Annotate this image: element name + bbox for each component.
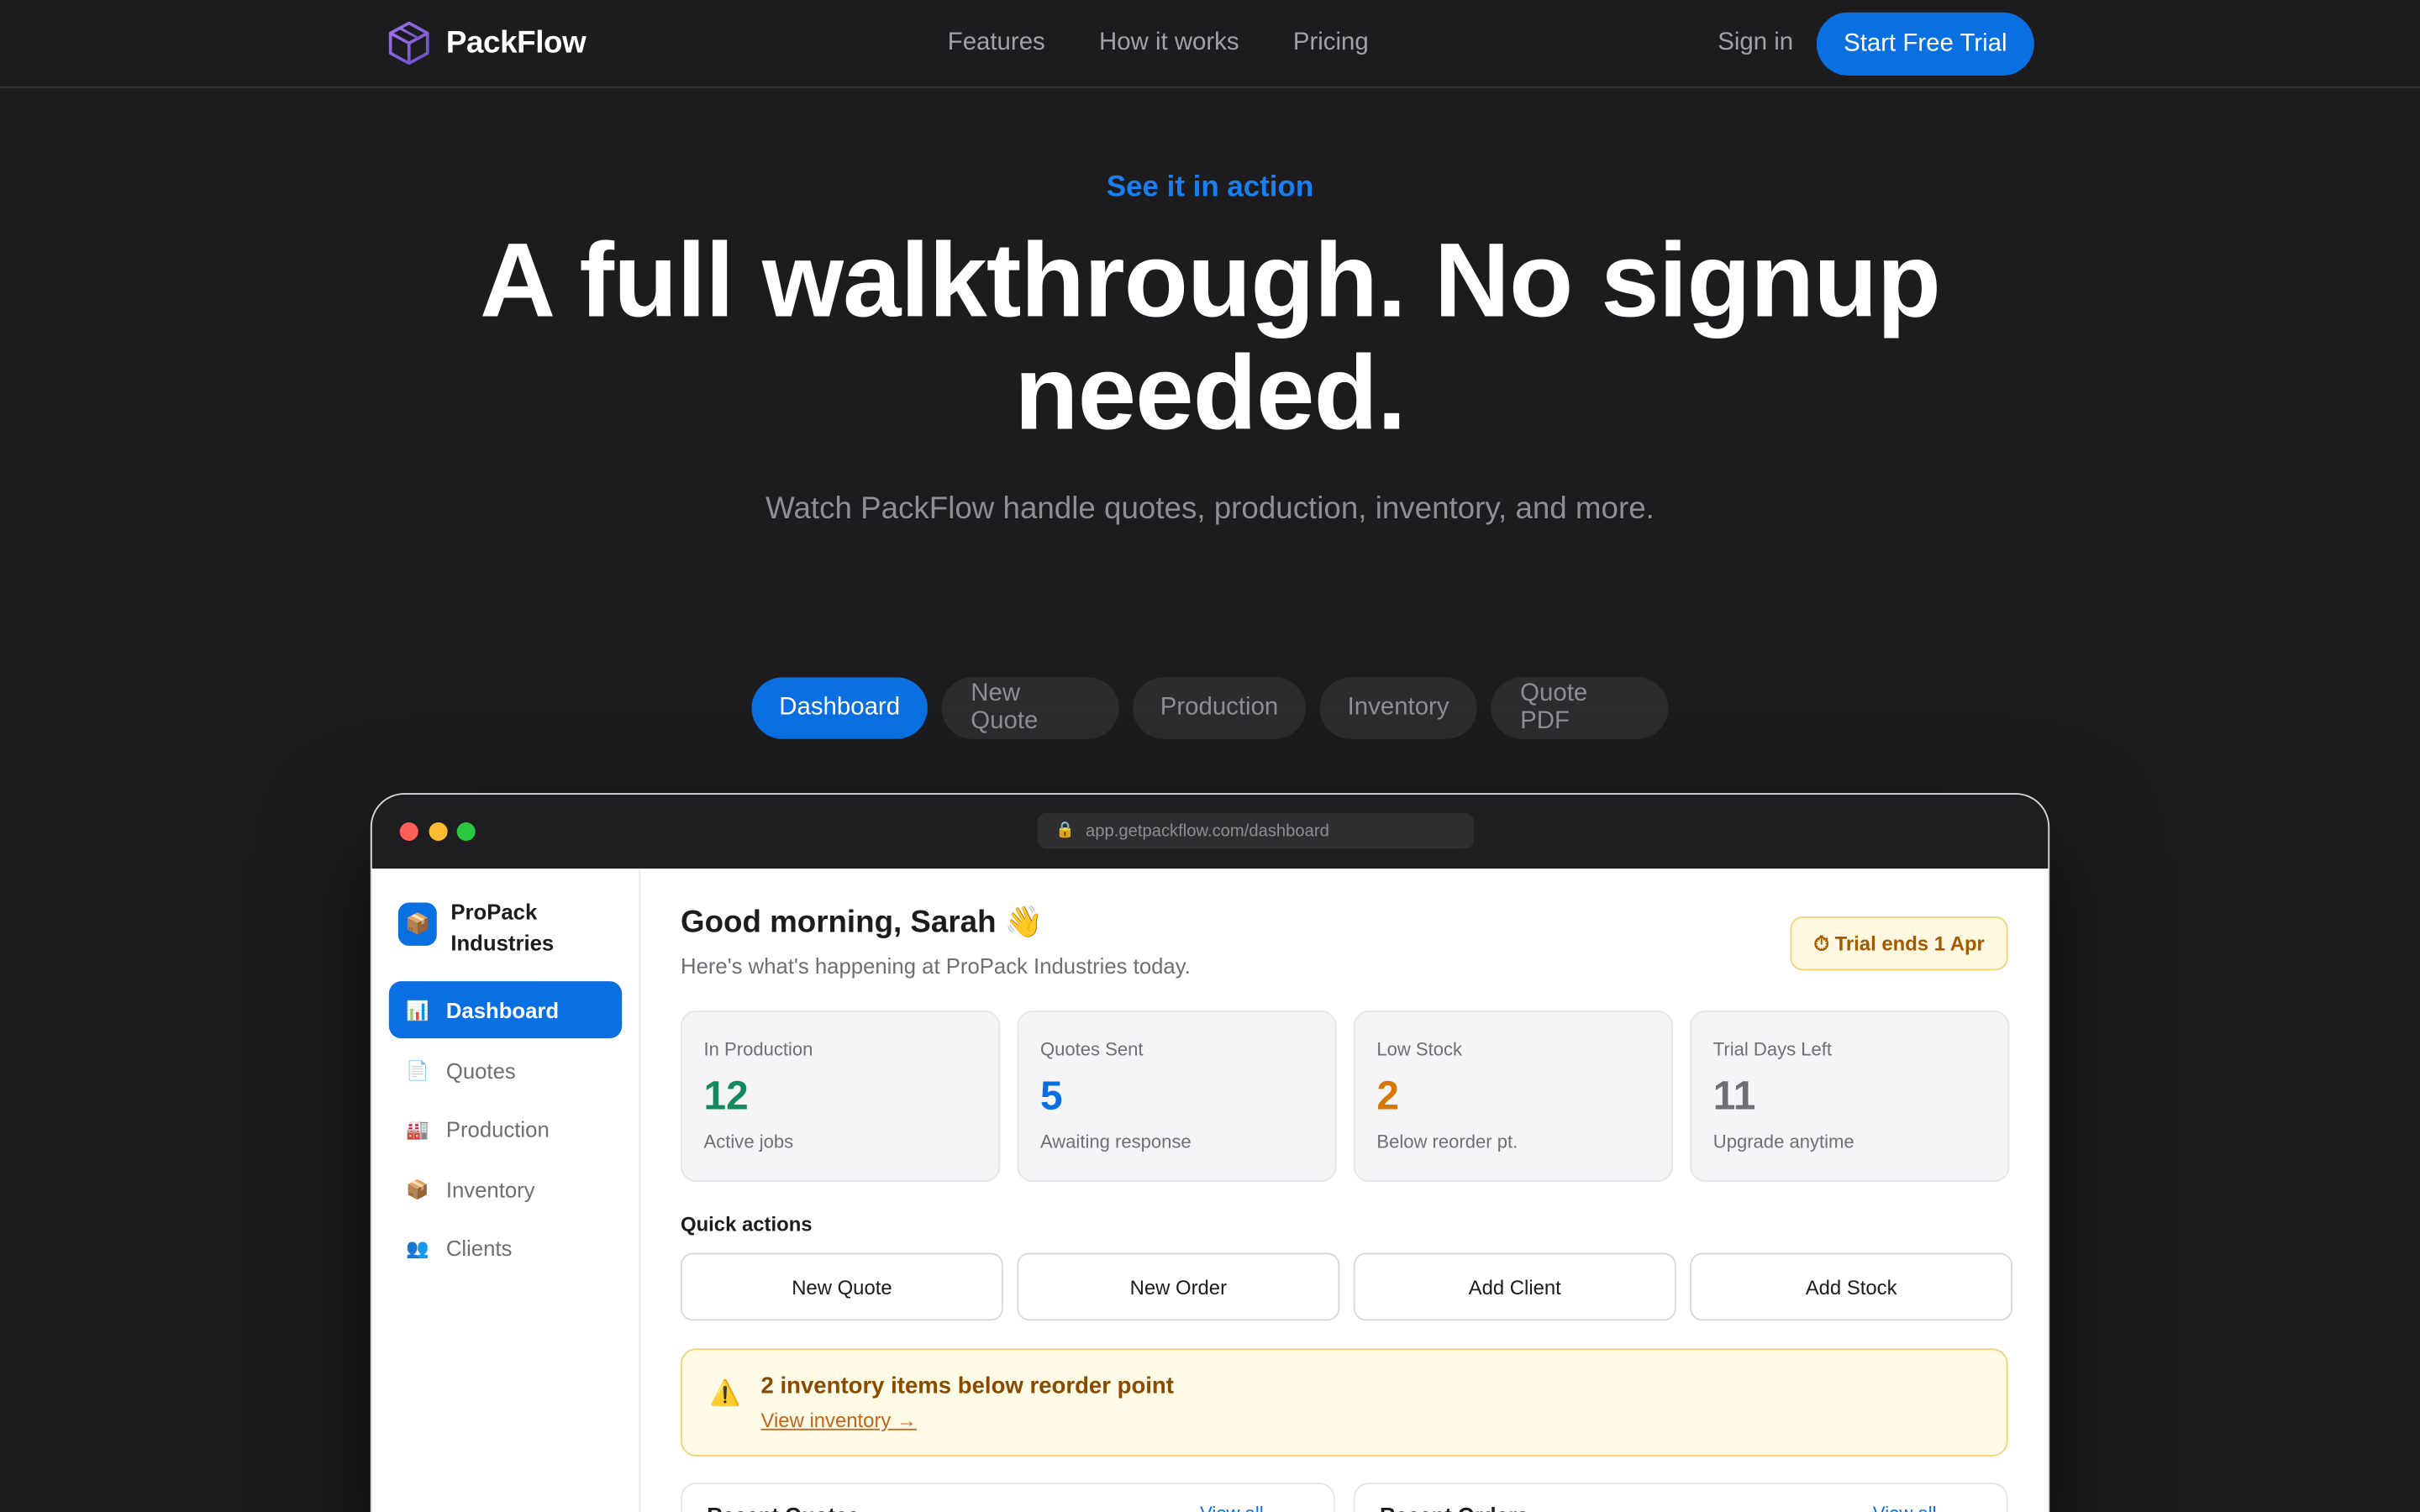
maximize-window-dot[interactable] xyxy=(456,822,476,842)
greeting-title: Good morning, Sarah 👋 xyxy=(681,906,1044,940)
sign-in-link[interactable]: Sign in xyxy=(1718,29,1793,57)
bar-chart-icon: 📊 xyxy=(406,999,429,1021)
stats-row: In Production 12 Active jobs Quotes Sent… xyxy=(681,1011,2010,1182)
stat-subtext: Active jobs xyxy=(703,1131,794,1153)
quick-actions-row: New Quote New Order Add Client Add Stock xyxy=(681,1252,2013,1321)
close-window-dot[interactable] xyxy=(399,822,418,842)
document-icon: 📄 xyxy=(406,1058,429,1081)
org-header: 📦 ProPack Industries xyxy=(397,896,574,958)
sidebar-item-label: Production xyxy=(445,1116,550,1142)
nav-link-pricing[interactable]: Pricing xyxy=(1293,29,1369,57)
stat-label: In Production xyxy=(703,1038,813,1060)
stat-label: Trial Days Left xyxy=(1712,1038,1833,1060)
stat-label: Quotes Sent xyxy=(1039,1038,1144,1060)
stat-subtext: Below reorder pt. xyxy=(1376,1131,1518,1153)
package-icon: 📦 xyxy=(397,902,437,946)
low-stock-alert: ⚠️ 2 inventory items below reorder point… xyxy=(681,1348,2008,1457)
trial-ends-badge: ⏱ Trial ends 1 Apr xyxy=(1790,916,2008,971)
recent-quotes-panel: Recent Quotes View all → xyxy=(681,1483,1335,1512)
stat-card-in-production: In Production 12 Active jobs xyxy=(681,1011,1001,1182)
address-bar-url: app.getpackflow.com/dashboard xyxy=(1086,822,1329,841)
nav-link-features[interactable]: Features xyxy=(948,29,1045,57)
tab-new-quote[interactable]: New Quote xyxy=(941,677,1119,739)
stat-value: 2 xyxy=(1376,1072,1399,1119)
tab-quote-pdf[interactable]: Quote PDF xyxy=(1491,677,1669,739)
nav-link-how-it-works[interactable]: How it works xyxy=(1099,29,1239,57)
start-free-trial-button[interactable]: Start Free Trial xyxy=(1816,12,2034,76)
stat-value: 5 xyxy=(1039,1072,1063,1119)
tab-dashboard[interactable]: Dashboard xyxy=(751,677,928,739)
tab-inventory[interactable]: Inventory xyxy=(1319,677,1477,739)
warning-icon: ⚠️ xyxy=(709,1380,741,1408)
stat-subtext: Awaiting response xyxy=(1039,1131,1192,1153)
stat-card-low-stock: Low Stock 2 Below reorder pt. xyxy=(1353,1011,1674,1182)
tab-production[interactable]: Production xyxy=(1133,677,1306,739)
sidebar-item-quotes[interactable]: 📄 Quotes xyxy=(389,1042,622,1099)
sidebar-item-clients[interactable]: 👥 Clients xyxy=(389,1219,622,1276)
add-stock-button[interactable]: Add Stock xyxy=(1690,1252,2013,1321)
stat-label: Low Stock xyxy=(1376,1038,1463,1060)
app-viewport: 📦 ProPack Industries 📊 Dashboard 📄 Quote… xyxy=(371,869,2049,1512)
add-client-button[interactable]: Add Client xyxy=(1353,1252,1676,1321)
view-inventory-link[interactable]: View inventory → xyxy=(761,1409,917,1432)
brand-name: PackFlow xyxy=(445,25,587,60)
top-nav: PackFlow Features How it works Pricing S… xyxy=(0,0,2420,88)
alert-title: 2 inventory items below reorder point xyxy=(760,1373,1174,1399)
stat-value: 11 xyxy=(1712,1072,1756,1119)
stat-card-trial-days-left: Trial Days Left 11 Upgrade anytime xyxy=(1690,1011,2010,1182)
sidebar-item-label: Inventory xyxy=(445,1176,535,1201)
sidebar-item-label: Quotes xyxy=(445,1058,516,1083)
sidebar-item-label: Clients xyxy=(445,1235,513,1260)
greeting-subtitle: Here's what's happening at ProPack Indus… xyxy=(681,953,1191,979)
new-order-button[interactable]: New Order xyxy=(1017,1252,1340,1321)
view-all-orders-link[interactable]: View all → xyxy=(1873,1503,1960,1512)
lock-icon: 🔒 xyxy=(1055,822,1076,840)
sidebar-item-dashboard[interactable]: 📊 Dashboard xyxy=(388,981,623,1039)
nav-links: Features How it works Pricing xyxy=(948,29,1369,57)
org-name: ProPack Industries xyxy=(450,899,555,955)
quick-actions-title: Quick actions xyxy=(681,1212,813,1236)
hero-title: A full walkthrough. No signup needed. xyxy=(479,222,1941,453)
view-all-quotes-link[interactable]: View all → xyxy=(1200,1503,1287,1512)
browser-window: 🔒 app.getpackflow.com/dashboard 📦 ProPac… xyxy=(370,793,2050,1512)
sidebar-item-inventory[interactable]: 📦 Inventory xyxy=(389,1160,622,1217)
new-quote-button[interactable]: New Quote xyxy=(681,1252,1003,1321)
stat-card-quotes-sent: Quotes Sent 5 Awaiting response xyxy=(1017,1011,1337,1182)
sidebar-item-production[interactable]: 🏭 Production xyxy=(389,1100,622,1158)
app-sidebar: 📦 ProPack Industries 📊 Dashboard 📄 Quote… xyxy=(372,869,641,1512)
demo-tabs: Dashboard New Quote Production Inventory… xyxy=(751,677,1669,739)
brand-logo[interactable]: PackFlow xyxy=(387,20,587,66)
panel-title: Recent Orders xyxy=(1380,1503,1528,1512)
panel-title: Recent Quotes xyxy=(707,1503,859,1512)
stat-subtext: Upgrade anytime xyxy=(1712,1131,1854,1153)
stat-value: 12 xyxy=(703,1072,749,1119)
cube-logo-icon xyxy=(388,21,429,66)
minimize-window-dot[interactable] xyxy=(429,822,448,842)
sidebar-item-label: Dashboard xyxy=(445,997,560,1022)
box-icon: 📦 xyxy=(406,1178,429,1200)
hero-eyebrow: See it in action xyxy=(1106,171,1314,204)
people-icon: 👥 xyxy=(406,1236,429,1258)
dashboard-main: Good morning, Sarah 👋 Here's what's happ… xyxy=(681,869,2013,1512)
browser-chrome: 🔒 app.getpackflow.com/dashboard xyxy=(371,794,2049,869)
factory-icon: 🏭 xyxy=(406,1117,429,1140)
address-bar[interactable]: 🔒 app.getpackflow.com/dashboard xyxy=(1037,812,1475,849)
recent-orders-panel: Recent Orders View all → xyxy=(1353,1483,2008,1512)
hero-subtitle: Watch PackFlow handle quotes, production… xyxy=(765,491,1655,527)
